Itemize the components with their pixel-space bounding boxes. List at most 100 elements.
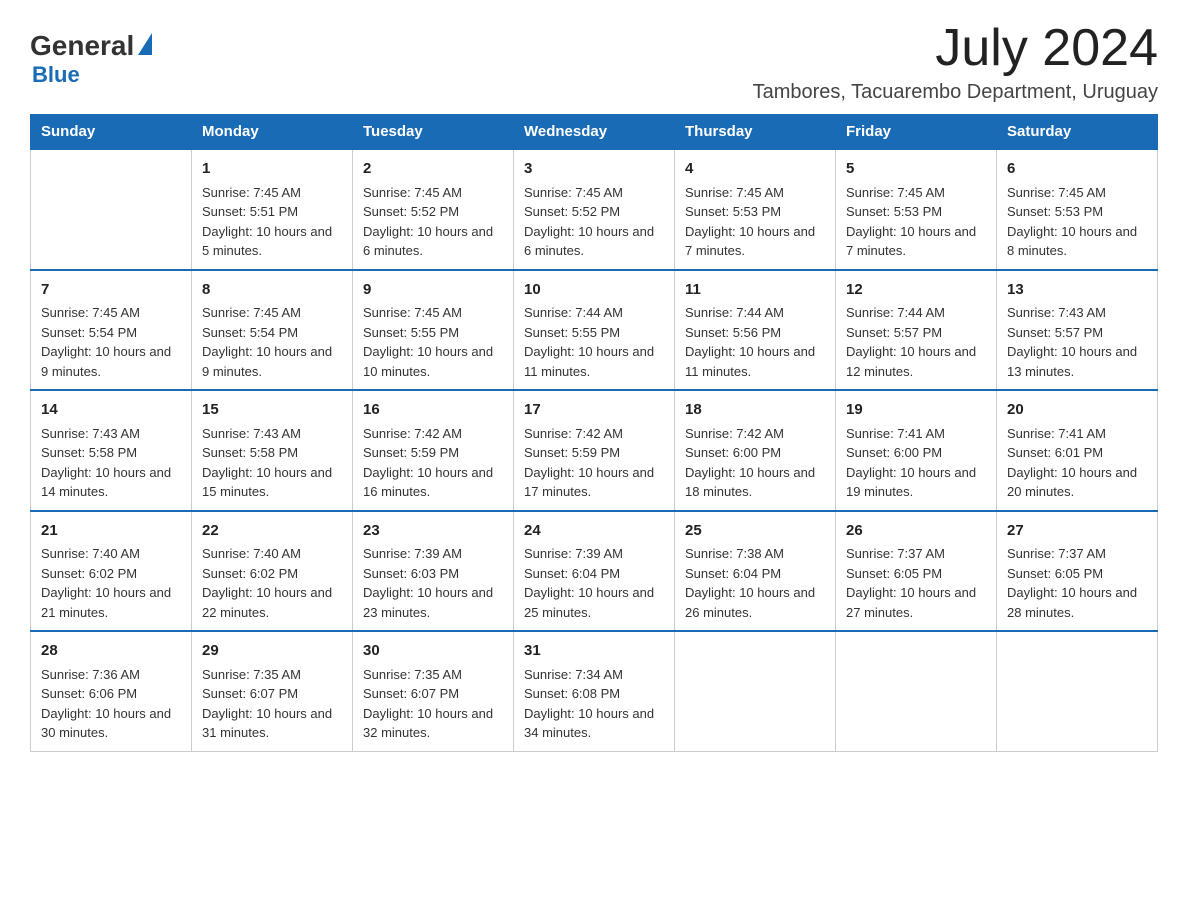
daylight-text: Daylight: 10 hours and 14 minutes. — [41, 465, 171, 500]
day-cell-content: 21Sunrise: 7:40 AMSunset: 6:02 PMDayligh… — [41, 520, 181, 623]
daylight-text: Daylight: 10 hours and 26 minutes. — [685, 585, 815, 620]
sunset-text: Sunset: 6:01 PM — [1007, 445, 1103, 460]
sunrise-text: Sunrise: 7:35 AM — [202, 667, 301, 682]
daylight-text: Daylight: 10 hours and 10 minutes. — [363, 344, 493, 379]
table-row: 30Sunrise: 7:35 AMSunset: 6:07 PMDayligh… — [353, 631, 514, 751]
table-row: 31Sunrise: 7:34 AMSunset: 6:08 PMDayligh… — [514, 631, 675, 751]
table-row: 29Sunrise: 7:35 AMSunset: 6:07 PMDayligh… — [192, 631, 353, 751]
day-number: 8 — [202, 279, 342, 302]
location-subtitle: Tambores, Tacuarembo Department, Uruguay — [753, 81, 1158, 104]
day-cell-content: 29Sunrise: 7:35 AMSunset: 6:07 PMDayligh… — [202, 640, 342, 743]
day-number: 13 — [1007, 279, 1147, 302]
sunset-text: Sunset: 6:05 PM — [1007, 566, 1103, 581]
daylight-text: Daylight: 10 hours and 28 minutes. — [1007, 585, 1137, 620]
sunset-text: Sunset: 5:55 PM — [524, 325, 620, 340]
day-number: 4 — [685, 158, 825, 181]
daylight-text: Daylight: 10 hours and 9 minutes. — [202, 344, 332, 379]
daylight-text: Daylight: 10 hours and 27 minutes. — [846, 585, 976, 620]
day-number: 25 — [685, 520, 825, 543]
day-cell-content: 8Sunrise: 7:45 AMSunset: 5:54 PMDaylight… — [202, 279, 342, 382]
daylight-text: Daylight: 10 hours and 5 minutes. — [202, 224, 332, 259]
sunset-text: Sunset: 5:53 PM — [1007, 204, 1103, 219]
sunrise-text: Sunrise: 7:35 AM — [363, 667, 462, 682]
sunrise-text: Sunrise: 7:40 AM — [202, 546, 301, 561]
sunset-text: Sunset: 6:08 PM — [524, 686, 620, 701]
header-wednesday: Wednesday — [514, 115, 675, 150]
day-cell-content: 2Sunrise: 7:45 AMSunset: 5:52 PMDaylight… — [363, 158, 503, 261]
title-area: July 2024 Tambores, Tacuarembo Departmen… — [753, 20, 1158, 104]
sunrise-text: Sunrise: 7:42 AM — [363, 426, 462, 441]
day-cell-content: 19Sunrise: 7:41 AMSunset: 6:00 PMDayligh… — [846, 399, 986, 502]
day-number: 16 — [363, 399, 503, 422]
sunrise-text: Sunrise: 7:43 AM — [202, 426, 301, 441]
sunrise-text: Sunrise: 7:45 AM — [202, 305, 301, 320]
daylight-text: Daylight: 10 hours and 17 minutes. — [524, 465, 654, 500]
sunrise-text: Sunrise: 7:45 AM — [846, 185, 945, 200]
sunset-text: Sunset: 6:05 PM — [846, 566, 942, 581]
sunrise-text: Sunrise: 7:36 AM — [41, 667, 140, 682]
sunrise-text: Sunrise: 7:39 AM — [524, 546, 623, 561]
table-row: 7Sunrise: 7:45 AMSunset: 5:54 PMDaylight… — [31, 270, 192, 391]
table-row: 13Sunrise: 7:43 AMSunset: 5:57 PMDayligh… — [997, 270, 1158, 391]
table-row: 10Sunrise: 7:44 AMSunset: 5:55 PMDayligh… — [514, 270, 675, 391]
sunrise-text: Sunrise: 7:43 AM — [1007, 305, 1106, 320]
sunrise-text: Sunrise: 7:41 AM — [1007, 426, 1106, 441]
day-cell-content: 26Sunrise: 7:37 AMSunset: 6:05 PMDayligh… — [846, 520, 986, 623]
table-row — [675, 631, 836, 751]
table-row: 12Sunrise: 7:44 AMSunset: 5:57 PMDayligh… — [836, 270, 997, 391]
sunrise-text: Sunrise: 7:44 AM — [524, 305, 623, 320]
logo-blue-text: Blue — [32, 62, 80, 88]
daylight-text: Daylight: 10 hours and 11 minutes. — [524, 344, 654, 379]
header-monday: Monday — [192, 115, 353, 150]
sunrise-text: Sunrise: 7:42 AM — [685, 426, 784, 441]
sunset-text: Sunset: 5:55 PM — [363, 325, 459, 340]
table-row: 3Sunrise: 7:45 AMSunset: 5:52 PMDaylight… — [514, 149, 675, 270]
table-row: 27Sunrise: 7:37 AMSunset: 6:05 PMDayligh… — [997, 511, 1158, 632]
sunset-text: Sunset: 6:07 PM — [363, 686, 459, 701]
sunrise-text: Sunrise: 7:37 AM — [1007, 546, 1106, 561]
sunrise-text: Sunrise: 7:34 AM — [524, 667, 623, 682]
day-cell-content: 25Sunrise: 7:38 AMSunset: 6:04 PMDayligh… — [685, 520, 825, 623]
day-number: 31 — [524, 640, 664, 663]
table-row: 18Sunrise: 7:42 AMSunset: 6:00 PMDayligh… — [675, 390, 836, 511]
daylight-text: Daylight: 10 hours and 20 minutes. — [1007, 465, 1137, 500]
day-cell-content: 28Sunrise: 7:36 AMSunset: 6:06 PMDayligh… — [41, 640, 181, 743]
sunset-text: Sunset: 6:00 PM — [846, 445, 942, 460]
table-row: 23Sunrise: 7:39 AMSunset: 6:03 PMDayligh… — [353, 511, 514, 632]
header-sunday: Sunday — [31, 115, 192, 150]
day-cell-content: 13Sunrise: 7:43 AMSunset: 5:57 PMDayligh… — [1007, 279, 1147, 382]
day-number: 15 — [202, 399, 342, 422]
table-row: 9Sunrise: 7:45 AMSunset: 5:55 PMDaylight… — [353, 270, 514, 391]
day-number: 26 — [846, 520, 986, 543]
sunrise-text: Sunrise: 7:43 AM — [41, 426, 140, 441]
day-number: 6 — [1007, 158, 1147, 181]
sunset-text: Sunset: 5:51 PM — [202, 204, 298, 219]
logo-general-text: General — [30, 30, 134, 62]
day-cell-content: 9Sunrise: 7:45 AMSunset: 5:55 PMDaylight… — [363, 279, 503, 382]
daylight-text: Daylight: 10 hours and 18 minutes. — [685, 465, 815, 500]
day-cell-content: 7Sunrise: 7:45 AMSunset: 5:54 PMDaylight… — [41, 279, 181, 382]
table-row: 8Sunrise: 7:45 AMSunset: 5:54 PMDaylight… — [192, 270, 353, 391]
day-cell-content: 20Sunrise: 7:41 AMSunset: 6:01 PMDayligh… — [1007, 399, 1147, 502]
day-number: 22 — [202, 520, 342, 543]
header-friday: Friday — [836, 115, 997, 150]
day-number: 11 — [685, 279, 825, 302]
daylight-text: Daylight: 10 hours and 11 minutes. — [685, 344, 815, 379]
daylight-text: Daylight: 10 hours and 7 minutes. — [685, 224, 815, 259]
daylight-text: Daylight: 10 hours and 13 minutes. — [1007, 344, 1137, 379]
sunrise-text: Sunrise: 7:45 AM — [363, 305, 462, 320]
table-row: 24Sunrise: 7:39 AMSunset: 6:04 PMDayligh… — [514, 511, 675, 632]
day-cell-content: 27Sunrise: 7:37 AMSunset: 6:05 PMDayligh… — [1007, 520, 1147, 623]
table-row: 25Sunrise: 7:38 AMSunset: 6:04 PMDayligh… — [675, 511, 836, 632]
sunrise-text: Sunrise: 7:45 AM — [202, 185, 301, 200]
daylight-text: Daylight: 10 hours and 22 minutes. — [202, 585, 332, 620]
sunrise-text: Sunrise: 7:45 AM — [1007, 185, 1106, 200]
sunset-text: Sunset: 5:52 PM — [524, 204, 620, 219]
sunrise-text: Sunrise: 7:45 AM — [41, 305, 140, 320]
day-number: 19 — [846, 399, 986, 422]
daylight-text: Daylight: 10 hours and 23 minutes. — [363, 585, 493, 620]
day-cell-content: 16Sunrise: 7:42 AMSunset: 5:59 PMDayligh… — [363, 399, 503, 502]
daylight-text: Daylight: 10 hours and 21 minutes. — [41, 585, 171, 620]
daylight-text: Daylight: 10 hours and 9 minutes. — [41, 344, 171, 379]
day-number: 23 — [363, 520, 503, 543]
